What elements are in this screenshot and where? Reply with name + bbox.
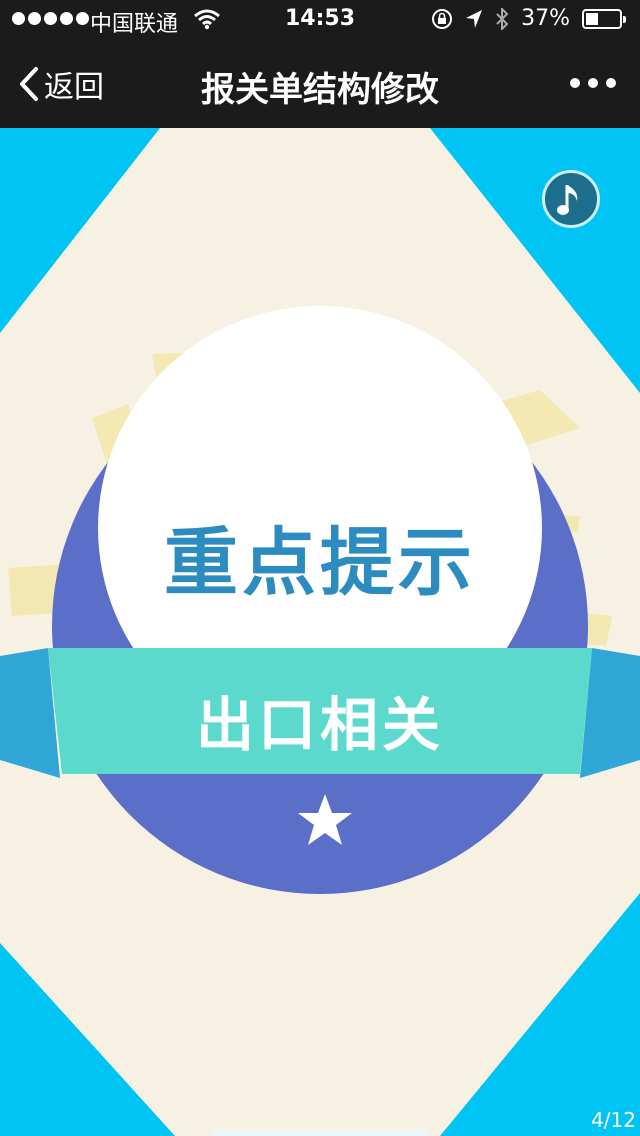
rotation-lock-icon bbox=[432, 8, 453, 29]
slide-content: 重点提示 出口相关 4/12 bbox=[0, 128, 640, 1136]
scroll-indicator bbox=[212, 1130, 428, 1136]
battery-percent: 37% bbox=[521, 6, 570, 31]
screen: 中国联通 14:53 37% 返回 报关单结构修改 重点提示 出口相关 4/12 bbox=[0, 0, 640, 1136]
music-note-icon bbox=[557, 185, 578, 215]
page-title: 报关单结构修改 bbox=[201, 70, 439, 110]
status-right-icons: 37% bbox=[431, 6, 626, 31]
nav-bar: 返回 报关单结构修改 bbox=[0, 40, 640, 128]
battery-icon bbox=[582, 8, 626, 29]
page-indicator: 4/12 bbox=[591, 1108, 636, 1132]
back-label: 返回 bbox=[44, 70, 104, 105]
chevron-left-icon bbox=[20, 67, 38, 101]
bluetooth-icon bbox=[496, 7, 509, 30]
battery-fill bbox=[586, 12, 598, 25]
music-toggle-button[interactable] bbox=[542, 170, 600, 228]
slide-background bbox=[0, 128, 640, 1136]
ribbon-label: 出口相关 bbox=[195, 691, 444, 759]
back-button[interactable]: 返回 bbox=[18, 62, 104, 106]
badge-title: 重点提示 bbox=[164, 520, 476, 606]
star-icon bbox=[298, 794, 352, 845]
more-dots-icon[interactable] bbox=[570, 78, 616, 88]
status-bar: 中国联通 14:53 37% bbox=[0, 0, 640, 40]
location-arrow-icon bbox=[466, 9, 483, 28]
